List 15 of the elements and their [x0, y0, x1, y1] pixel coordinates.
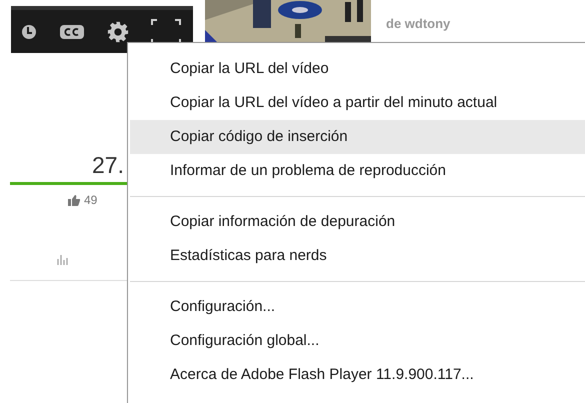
menu-item[interactable]: Estadísticas para nerds [130, 239, 585, 273]
menu-item[interactable]: Configuración... [130, 290, 585, 324]
menu-item[interactable]: Informar de un problema de reproducción [130, 154, 585, 188]
menu-item[interactable]: Copiar código de inserción [130, 120, 585, 154]
like-count: 49 [84, 192, 98, 209]
clock-icon[interactable] [21, 24, 37, 40]
thumbs-up-icon[interactable] [68, 194, 80, 206]
menu-item[interactable]: Acerca de Adobe Flash Player 11.9.900.117... [130, 358, 585, 392]
settings-icon[interactable] [107, 20, 129, 42]
menu-item[interactable]: Copiar información de depuración [130, 205, 585, 239]
menu-item[interactable]: Copiar la URL del vídeo [130, 52, 585, 86]
menu-item[interactable]: Configuración global... [130, 324, 585, 358]
captions-icon[interactable] [59, 24, 85, 40]
view-count: 27. [91, 151, 125, 180]
menu-item[interactable]: Copiar la URL del vídeo a partir del minuto actual [130, 86, 585, 120]
